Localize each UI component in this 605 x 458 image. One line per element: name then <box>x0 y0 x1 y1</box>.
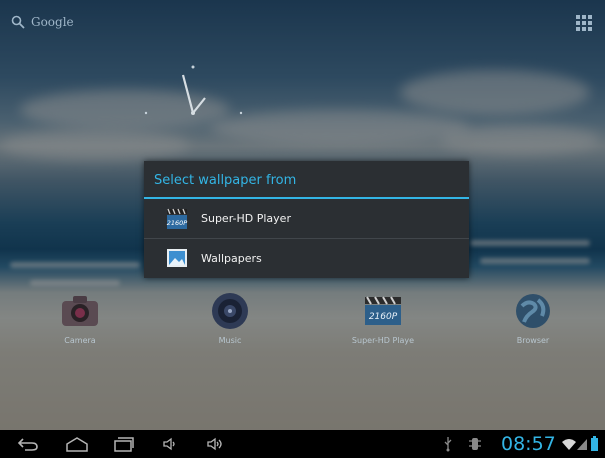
select-wallpaper-dialog: Select wallpaper from 2160P Super-HD Pla… <box>144 161 469 278</box>
volume-down-button[interactable] <box>161 434 179 454</box>
search-label: Google <box>31 15 74 29</box>
analog-clock-widget[interactable] <box>140 58 250 168</box>
browser-icon <box>512 290 554 332</box>
recent-apps-button[interactable] <box>112 434 136 454</box>
home-icon <box>66 437 88 452</box>
option-label: Wallpapers <box>201 251 262 265</box>
option-wallpapers[interactable]: Wallpapers <box>144 238 469 277</box>
wifi-icon <box>562 439 576 450</box>
volume-up-icon <box>207 437 222 451</box>
dock-camera[interactable]: Camera <box>35 290 125 345</box>
volume-up-button[interactable] <box>205 434 227 454</box>
recent-apps-icon <box>114 437 134 452</box>
home-button[interactable] <box>64 434 90 454</box>
status-clock[interactable]: 08:57 <box>501 433 556 455</box>
signal-icon <box>577 439 587 450</box>
dock-music[interactable]: Music <box>185 290 275 345</box>
dock-super-hd-player[interactable]: 2160P Super-HD Playe <box>338 290 428 345</box>
music-icon <box>209 290 251 332</box>
home-screen: Google Camera Music 2160P Super-HD Playe… <box>0 0 605 458</box>
dialog-title: Select wallpaper from <box>144 161 469 199</box>
svg-text:2160P: 2160P <box>167 219 188 227</box>
battery-icon <box>591 436 598 451</box>
all-apps-button[interactable] <box>576 15 592 31</box>
svg-text:2160P: 2160P <box>369 312 398 322</box>
super-hd-player-icon: 2160P <box>167 208 188 229</box>
super-hd-player-icon: 2160P <box>362 290 404 332</box>
search-icon <box>11 15 25 29</box>
dock-label: Browser <box>516 336 550 345</box>
debug-icon <box>469 438 481 450</box>
usb-icon <box>444 437 452 452</box>
dock-label: Music <box>218 336 242 345</box>
dock-browser[interactable]: Browser <box>488 290 578 345</box>
wallpapers-icon <box>167 249 187 267</box>
option-label: Super-HD Player <box>201 212 291 225</box>
back-icon <box>17 438 38 451</box>
dock-label: Super-HD Playe <box>351 336 415 345</box>
camera-icon <box>59 290 101 332</box>
google-search-bar[interactable]: Google <box>11 15 74 29</box>
back-button[interactable] <box>16 434 40 454</box>
option-super-hd-player[interactable]: 2160P Super-HD Player <box>144 199 469 238</box>
dock-label: Camera <box>64 336 96 345</box>
volume-down-icon <box>163 437 175 451</box>
